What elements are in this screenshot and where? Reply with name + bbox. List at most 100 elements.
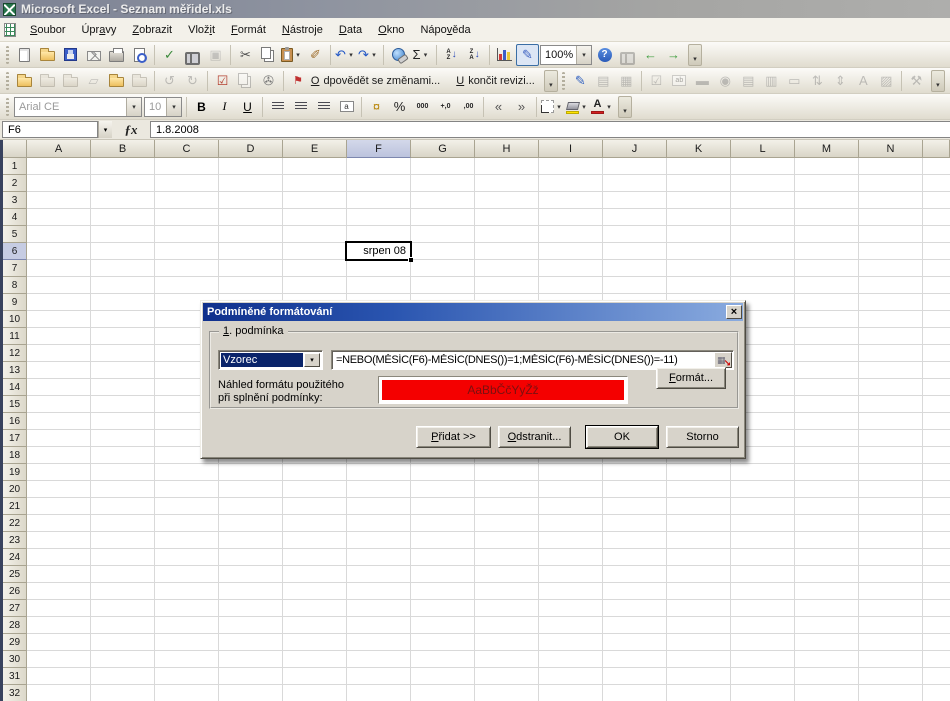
row-header-3[interactable]: 3: [3, 192, 27, 209]
cell-I3[interactable]: [539, 192, 603, 209]
cell-M6[interactable]: [795, 243, 859, 260]
cell-K6[interactable]: [667, 243, 731, 260]
menu-nastroje[interactable]: Nástroje: [274, 20, 331, 40]
cell-B10[interactable]: [91, 311, 155, 328]
cell-E26[interactable]: [283, 583, 347, 600]
cell-M4[interactable]: [795, 209, 859, 226]
cell-B6[interactable]: [91, 243, 155, 260]
cell-K19[interactable]: [667, 464, 731, 481]
cell-M7[interactable]: [795, 260, 859, 277]
cell-partial-25[interactable]: [923, 566, 950, 583]
cell-A16[interactable]: [27, 413, 91, 430]
cell-D32[interactable]: [219, 685, 283, 701]
cell-M12[interactable]: [795, 345, 859, 362]
cell-A26[interactable]: [27, 583, 91, 600]
cell-D28[interactable]: [219, 617, 283, 634]
cell-A30[interactable]: [27, 651, 91, 668]
menu-data[interactable]: Data: [331, 20, 370, 40]
cell-H2[interactable]: [475, 175, 539, 192]
cell-B22[interactable]: [91, 515, 155, 532]
condition-type-dropdown-arrow[interactable]: ▾: [304, 353, 320, 367]
cell-J26[interactable]: [603, 583, 667, 600]
column-header-I[interactable]: I: [539, 140, 603, 158]
cell-K21[interactable]: [667, 498, 731, 515]
cell-J32[interactable]: [603, 685, 667, 701]
cell-partial-12[interactable]: [923, 345, 950, 362]
cell-D19[interactable]: [219, 464, 283, 481]
column-header-H[interactable]: H: [475, 140, 539, 158]
cell-F32[interactable]: [347, 685, 411, 701]
cell-H23[interactable]: [475, 532, 539, 549]
image-control-button[interactable]: ▨: [875, 70, 898, 92]
toggle-button-control-button[interactable]: ▭: [783, 70, 806, 92]
select-all-corner[interactable]: [3, 140, 27, 158]
cell-G22[interactable]: [411, 515, 475, 532]
align-left-button[interactable]: [266, 96, 289, 118]
cell-J8[interactable]: [603, 277, 667, 294]
cell-M10[interactable]: [795, 311, 859, 328]
cell-C22[interactable]: [155, 515, 219, 532]
cell-B4[interactable]: [91, 209, 155, 226]
end-review-button[interactable]: Ukončit revizi...: [446, 70, 541, 92]
cell-L1[interactable]: [731, 158, 795, 175]
zoom-dropdown-arrow[interactable]: ▾: [576, 45, 591, 64]
column-header-C[interactable]: C: [155, 140, 219, 158]
column-header-D[interactable]: D: [219, 140, 283, 158]
cell-A18[interactable]: [27, 447, 91, 464]
cell-N16[interactable]: [859, 413, 923, 430]
undo-button[interactable]: ↶ ▾: [334, 44, 357, 66]
cell-D8[interactable]: [219, 277, 283, 294]
cell-C24[interactable]: [155, 549, 219, 566]
row-header-25[interactable]: 25: [3, 566, 27, 583]
formula-input[interactable]: 1.8.2008: [150, 121, 950, 138]
cell-A13[interactable]: [27, 362, 91, 379]
cell-partial-22[interactable]: [923, 515, 950, 532]
cell-J25[interactable]: [603, 566, 667, 583]
cell-A27[interactable]: [27, 600, 91, 617]
menu-soubor[interactable]: Soubor: [22, 20, 73, 40]
row-header-17[interactable]: 17: [3, 430, 27, 447]
cell-N1[interactable]: [859, 158, 923, 175]
cell-G7[interactable]: [411, 260, 475, 277]
cell-N7[interactable]: [859, 260, 923, 277]
cell-L3[interactable]: [731, 192, 795, 209]
row-header-2[interactable]: 2: [3, 175, 27, 192]
cell-G2[interactable]: [411, 175, 475, 192]
cell-F19[interactable]: [347, 464, 411, 481]
cell-M22[interactable]: [795, 515, 859, 532]
cell-H8[interactable]: [475, 277, 539, 294]
cell-D27[interactable]: [219, 600, 283, 617]
currency-style-button[interactable]: ¤: [365, 96, 388, 118]
cell-A1[interactable]: [27, 158, 91, 175]
cell-A11[interactable]: [27, 328, 91, 345]
cell-N23[interactable]: [859, 532, 923, 549]
cell-H22[interactable]: [475, 515, 539, 532]
cell-N4[interactable]: [859, 209, 923, 226]
cell-partial-1[interactable]: [923, 158, 950, 175]
chart-wizard-button[interactable]: [493, 44, 516, 66]
cell-G27[interactable]: [411, 600, 475, 617]
increase-indent-button[interactable]: »: [510, 96, 533, 118]
font-size-dropdown-arrow[interactable]: ▾: [166, 97, 181, 116]
cell-H19[interactable]: [475, 464, 539, 481]
insert-function-button[interactable]: ƒx: [112, 121, 150, 138]
cell-F31[interactable]: [347, 668, 411, 685]
cell-L22[interactable]: [731, 515, 795, 532]
cell-B7[interactable]: [91, 260, 155, 277]
cell-C5[interactable]: [155, 226, 219, 243]
decrease-indent-button[interactable]: «: [487, 96, 510, 118]
cell-B32[interactable]: [91, 685, 155, 701]
spelling-button[interactable]: ✓: [158, 44, 181, 66]
cell-A9[interactable]: [27, 294, 91, 311]
cell-D21[interactable]: [219, 498, 283, 515]
cell-G32[interactable]: [411, 685, 475, 701]
cell-B24[interactable]: [91, 549, 155, 566]
cell-partial-13[interactable]: [923, 362, 950, 379]
cell-K20[interactable]: [667, 481, 731, 498]
cell-A5[interactable]: [27, 226, 91, 243]
cell-M13[interactable]: [795, 362, 859, 379]
cell-L7[interactable]: [731, 260, 795, 277]
cell-partial-30[interactable]: [923, 651, 950, 668]
cell-B27[interactable]: [91, 600, 155, 617]
cell-J1[interactable]: [603, 158, 667, 175]
